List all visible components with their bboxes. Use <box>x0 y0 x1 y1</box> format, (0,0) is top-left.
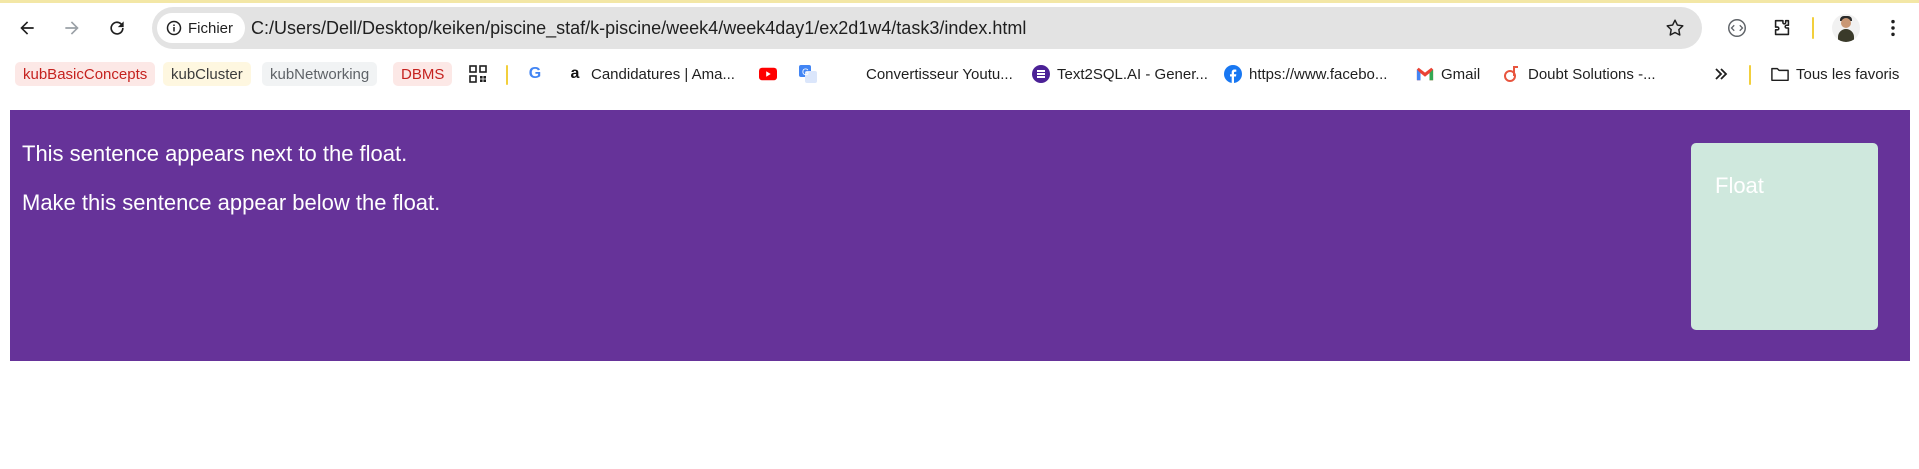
float-label: Float <box>1715 173 1764 198</box>
apps-grid-icon <box>469 65 487 83</box>
bookmark-facebook[interactable]: https://www.facebo... <box>1224 62 1387 86</box>
window-top-accent <box>0 0 1919 3</box>
arrow-right-icon <box>65 21 79 35</box>
extension-icon[interactable] <box>1722 13 1752 43</box>
menu-button[interactable] <box>1878 13 1908 43</box>
sentence-next-to-float: This sentence appears next to the float. <box>22 141 408 166</box>
bookmark-kubbasicconcepts[interactable]: kubBasicConcepts <box>15 62 156 86</box>
bookmark-label: DBMS <box>401 65 445 83</box>
page-viewport: This sentence appears next to the float.… <box>0 92 1919 469</box>
svg-text:G: G <box>802 67 809 77</box>
content-section: This sentence appears next to the float.… <box>10 110 1910 361</box>
toolbar-divider <box>1812 17 1814 39</box>
bookmark-text2sql[interactable]: Text2SQL.AI - Gener... <box>1032 62 1208 86</box>
bookmark-gmail[interactable]: Gmail <box>1416 62 1480 86</box>
site-info-label: Fichier <box>188 19 234 37</box>
double-chevron-right-icon <box>1715 68 1728 80</box>
gmail-icon <box>1416 67 1434 81</box>
bookmark-translate[interactable]: G <box>799 62 817 86</box>
apps-button[interactable] <box>469 62 487 86</box>
info-icon <box>166 20 182 36</box>
all-bookmarks-label: Tous les favoris <box>1796 65 1900 83</box>
bookmark-label: kubNetworking <box>270 65 370 83</box>
bookmark-label: Text2SQL.AI - Gener... <box>1057 65 1208 83</box>
url-text[interactable]: C:/Users/Dell/Desktop/keiken/piscine_sta… <box>251 7 1026 49</box>
bookmark-kubcluster[interactable]: kubCluster <box>163 62 251 86</box>
browser-toolbar: Fichier C:/Users/Dell/Desktop/keiken/pis… <box>0 0 1919 56</box>
bookmarks-divider <box>1749 65 1751 85</box>
bookmark-dbms[interactable]: DBMS <box>393 62 453 86</box>
youtube-icon <box>759 67 777 81</box>
bookmark-label: kubCluster <box>171 65 243 83</box>
address-bar[interactable]: Fichier C:/Users/Dell/Desktop/keiken/pis… <box>152 7 1702 49</box>
arrow-left-icon <box>20 21 34 35</box>
site-info-chip[interactable]: Fichier <box>157 13 246 43</box>
float-box: Float <box>1691 143 1878 330</box>
google-icon: G <box>528 65 542 82</box>
bookmark-label: Gmail <box>1441 65 1481 83</box>
more-bookmarks-button[interactable] <box>1712 62 1730 86</box>
bookmark-kubnetworking[interactable]: kubNetworking <box>262 62 378 86</box>
sentence-below-float: Make this sentence appear below the floa… <box>22 190 441 215</box>
bookmarks-bar: kubBasicConcepts kubCluster kubNetworkin… <box>0 56 1919 92</box>
folder-icon <box>1771 67 1789 82</box>
puzzle-icon <box>1774 19 1790 36</box>
reload-icon <box>110 21 124 35</box>
back-button[interactable] <box>9 10 45 46</box>
facebook-icon <box>1224 65 1242 83</box>
bookmark-label: kubBasicConcepts <box>23 65 148 83</box>
bookmark-google[interactable]: G <box>526 62 544 86</box>
code-circle-icon <box>1728 19 1746 37</box>
doubt-icon <box>1504 66 1518 82</box>
bookmark-label: Doubt Solutions -... <box>1528 65 1656 83</box>
text2sql-icon <box>1032 65 1050 83</box>
translate-icon: G <box>799 65 817 83</box>
reload-button[interactable] <box>99 10 135 46</box>
extensions-button[interactable] <box>1767 13 1797 43</box>
amazon-icon: a <box>570 65 580 82</box>
bookmark-label: Candidatures | Ama... <box>591 65 735 83</box>
profile-avatar[interactable] <box>1832 14 1860 42</box>
bookmark-label: Convertisseur Youtu... <box>866 65 1013 83</box>
bookmark-candidatures-amazon[interactable]: a Candidatures | Ama... <box>566 62 735 86</box>
bookmarks-divider <box>506 65 508 85</box>
bookmark-label: https://www.facebo... <box>1249 65 1388 83</box>
bookmark-doubt-solutions[interactable]: Doubt Solutions -... <box>1503 62 1656 86</box>
bookmark-star-icon[interactable] <box>1664 17 1686 39</box>
bookmark-convertisseur-youtube[interactable]: Convertisseur Youtu... <box>866 62 1013 86</box>
bookmark-youtube[interactable] <box>759 62 777 86</box>
forward-button[interactable] <box>54 10 90 46</box>
all-bookmarks-folder[interactable]: Tous les favoris <box>1771 62 1899 86</box>
kebab-menu-icon <box>1891 19 1895 37</box>
